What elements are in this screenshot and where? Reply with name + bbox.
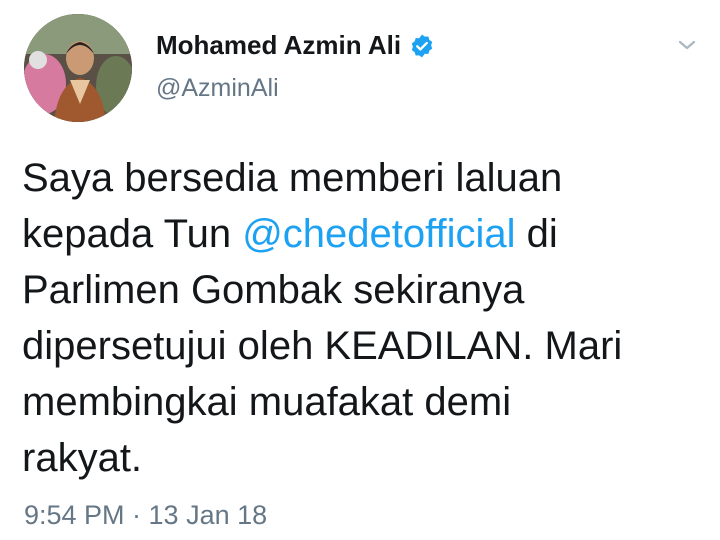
tweet-line: Saya bersedia memberi laluan bbox=[22, 150, 702, 206]
tweet-line-text: rakyat. bbox=[22, 436, 143, 480]
tweet-card: Mohamed Azmin Ali @AzminAli Saya bersedi… bbox=[0, 0, 720, 540]
tweet-timestamp[interactable]: 9:54 PM · 13 Jan 18 bbox=[24, 500, 267, 531]
tweet-line-text: kepada Tun bbox=[22, 212, 243, 256]
tweet-line-text: membingkai muafakat demi bbox=[22, 380, 512, 424]
verified-badge-icon bbox=[409, 33, 435, 59]
tweet-line-text: Saya bersedia memberi laluan bbox=[22, 156, 563, 200]
tweet-text: Saya bersedia memberi laluan kepada Tun … bbox=[22, 150, 702, 486]
tweet-line: membingkai muafakat demi bbox=[22, 374, 702, 430]
chevron-down-icon bbox=[678, 40, 696, 50]
user-handle[interactable]: @AzminAli bbox=[156, 74, 279, 103]
mention-link[interactable]: @chedetofficial bbox=[242, 212, 515, 256]
avatar-photo bbox=[24, 14, 132, 122]
tweet-line-text: di bbox=[515, 212, 558, 256]
tweet-line: dipersetujui oleh KEADILAN. Mari bbox=[22, 318, 702, 374]
avatar[interactable] bbox=[24, 14, 132, 122]
tweet-line-text: dipersetujui oleh KEADILAN. Mari bbox=[22, 324, 623, 368]
tweet-line-text: Parlimen Gombak sekiranya bbox=[22, 268, 525, 312]
display-name[interactable]: Mohamed Azmin Ali bbox=[156, 30, 401, 61]
tweet-line: Parlimen Gombak sekiranya bbox=[22, 262, 702, 318]
author-name-row[interactable]: Mohamed Azmin Ali bbox=[156, 30, 435, 61]
more-options-button[interactable] bbox=[672, 30, 702, 60]
tweet-line: kepada Tun @chedetofficial di bbox=[22, 206, 702, 262]
tweet-line: rakyat. bbox=[22, 430, 702, 486]
